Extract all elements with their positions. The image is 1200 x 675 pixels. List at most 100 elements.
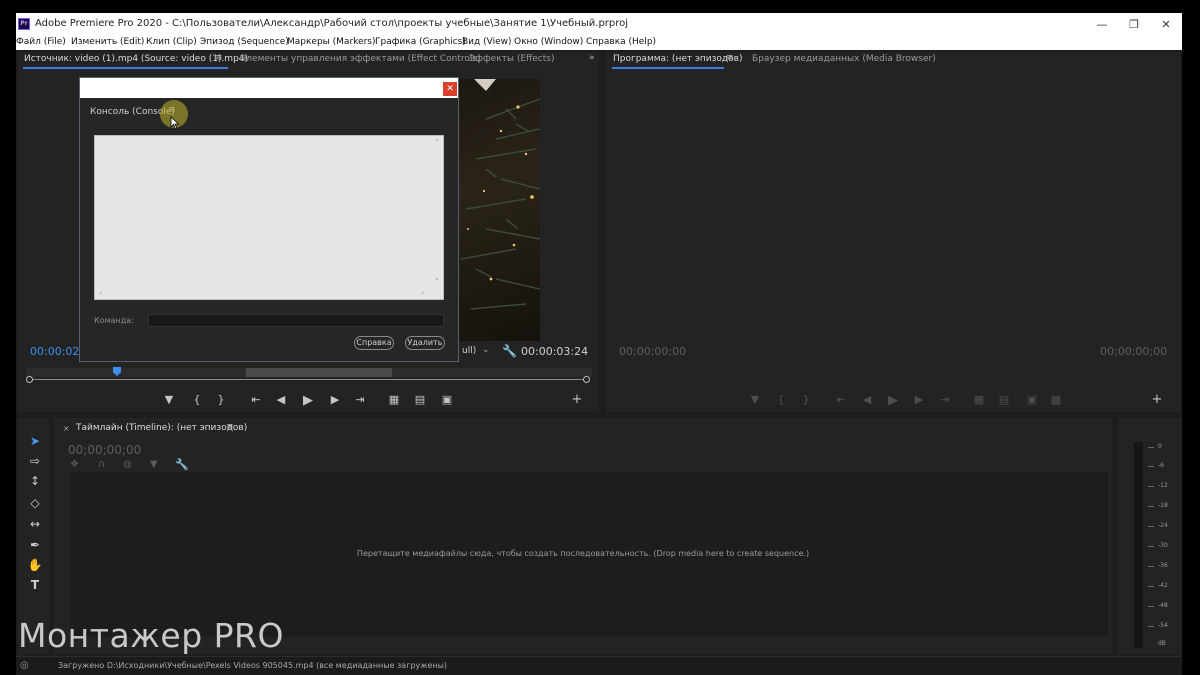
watermark-logo: Монтажер PRO bbox=[18, 616, 284, 655]
extract-icon[interactable]: ▤ bbox=[996, 393, 1012, 406]
wrench-icon[interactable]: 🔧 bbox=[502, 344, 517, 358]
tab-effect-controls[interactable]: Элементы управления эффектами (Effect Co… bbox=[240, 54, 481, 64]
scroll-down-icon[interactable]: ⌄ bbox=[434, 274, 440, 282]
panel-menu-icon[interactable]: ≡ bbox=[726, 53, 734, 63]
delete-button[interactable]: Удалить bbox=[405, 336, 445, 350]
minimize-icon[interactable]: — bbox=[1086, 13, 1118, 36]
premiere-window: Pr Adobe Premiere Pro 2020 - C:\Пользова… bbox=[16, 13, 1182, 675]
play-icon[interactable]: ▶ bbox=[885, 393, 901, 408]
step-forward-icon[interactable]: ▶ bbox=[327, 393, 343, 406]
program-current-timecode[interactable]: 00;00;00;00 bbox=[619, 345, 686, 358]
export-frame-icon[interactable]: ▣ bbox=[439, 393, 455, 406]
menu-window[interactable]: Окно (Window) bbox=[514, 37, 583, 47]
nest-icon[interactable]: ❖ bbox=[70, 459, 79, 470]
mark-in-icon[interactable]: { bbox=[773, 393, 789, 406]
meter-tick-mark bbox=[1148, 486, 1154, 487]
timeline-settings-wrench-icon[interactable]: 🔧 bbox=[175, 458, 189, 471]
go-to-in-icon[interactable]: ⇤ bbox=[248, 393, 264, 406]
command-input[interactable] bbox=[148, 314, 444, 327]
dialog-header[interactable] bbox=[80, 78, 458, 98]
go-to-out-icon[interactable]: ⇥ bbox=[352, 393, 368, 406]
selection-tool-icon[interactable]: ➤ bbox=[26, 432, 44, 450]
pen-tool-icon[interactable]: ✒ bbox=[26, 536, 44, 554]
status-text: Загружено D:\Исходники\Учебные\Pexels Vi… bbox=[58, 661, 448, 670]
overwrite-icon[interactable]: ▤ bbox=[412, 393, 428, 406]
tab-media-browser[interactable]: Браузер медиаданных (Media Browser) bbox=[752, 54, 936, 64]
scroll-left-icon[interactable]: ‹ bbox=[99, 288, 102, 297]
add-marker-icon[interactable]: ▼ bbox=[161, 393, 177, 406]
linked-selection-icon[interactable]: ◍ bbox=[123, 459, 132, 470]
export-frame-icon[interactable]: ▣ bbox=[1024, 393, 1040, 406]
audio-meter-panel: 0 -6 -12 -18 -24 -30 -36 -42 -48 -54 dB bbox=[1118, 418, 1182, 655]
add-marker-icon[interactable]: ▼ bbox=[150, 459, 158, 470]
mouse-pointer-icon bbox=[170, 116, 180, 130]
panel-menu-icon[interactable]: ≡ bbox=[226, 422, 234, 432]
source-scroll-track[interactable] bbox=[28, 379, 588, 380]
status-bar: ◎ Загружено D:\Исходники\Учебные\Pexels … bbox=[16, 656, 1182, 675]
console-output[interactable]: ⌃ ⌄ ‹ › bbox=[94, 135, 444, 300]
mark-out-icon[interactable]: } bbox=[213, 393, 229, 406]
type-tool-icon[interactable]: T bbox=[26, 576, 44, 594]
program-monitor-panel: Программа: (нет эпизодов) ≡ Браузер меди… bbox=[606, 52, 1181, 412]
track-select-tool-icon[interactable]: ⇨ bbox=[26, 452, 44, 470]
drop-media-hint: Перетащите медиафайлы сюда, чтобы создат… bbox=[356, 549, 810, 558]
close-window-icon[interactable]: ✕ bbox=[1150, 13, 1182, 36]
menu-help[interactable]: Справка (Help) bbox=[586, 37, 656, 47]
premiere-app-icon: Pr bbox=[18, 18, 30, 30]
scroll-handle-left[interactable] bbox=[26, 376, 33, 383]
lift-icon[interactable]: ▦ bbox=[971, 393, 987, 406]
go-to-in-icon[interactable]: ⇤ bbox=[833, 393, 849, 406]
menu-file[interactable]: Файл (File) bbox=[16, 37, 66, 47]
go-to-out-icon[interactable]: ⇥ bbox=[937, 393, 953, 406]
razor-tool-icon[interactable]: ◇ bbox=[26, 494, 44, 512]
chevron-down-icon[interactable]: ⌄ bbox=[482, 345, 490, 355]
christmas-tree-image bbox=[460, 79, 540, 310]
snap-icon[interactable]: ∩ bbox=[98, 459, 105, 470]
insert-icon[interactable]: ▦ bbox=[386, 393, 402, 406]
menu-edit[interactable]: Изменить (Edit) bbox=[71, 37, 144, 47]
hand-tool-icon[interactable]: ✋ bbox=[26, 556, 44, 574]
panel-menu-icon[interactable]: ≡ bbox=[215, 53, 223, 63]
meter-label: -30 bbox=[1158, 542, 1168, 549]
menu-clip[interactable]: Клип (Clip) bbox=[146, 37, 197, 47]
more-tabs-icon[interactable]: » bbox=[589, 53, 595, 63]
mark-in-icon[interactable]: { bbox=[189, 393, 205, 406]
menu-view[interactable]: Вид (View) bbox=[462, 37, 512, 47]
step-forward-icon[interactable]: ▶ bbox=[911, 393, 927, 406]
play-icon[interactable]: ▶ bbox=[300, 393, 316, 408]
slip-tool-icon[interactable]: ↔ bbox=[26, 515, 44, 533]
meter-tick-mark bbox=[1148, 546, 1154, 547]
menu-bar: Файл (File) Изменить (Edit) Клип (Clip) … bbox=[16, 36, 1182, 50]
compare-view-icon[interactable]: ▩ bbox=[1048, 393, 1064, 406]
menu-graphics[interactable]: Графика (Graphics) bbox=[375, 37, 466, 47]
source-video-frame bbox=[456, 79, 540, 341]
tab-timeline[interactable]: Таймлайн (Timeline): (нет эпизодов) bbox=[76, 423, 247, 433]
meter-label: 0 bbox=[1158, 443, 1162, 450]
menu-sequence[interactable]: Эпизод (Sequence) bbox=[200, 37, 289, 47]
ripple-edit-tool-icon[interactable]: ↕ bbox=[26, 472, 44, 490]
meter-tick-mark bbox=[1148, 586, 1154, 587]
add-marker-icon[interactable]: ▼ bbox=[747, 393, 763, 406]
help-button[interactable]: Справка bbox=[354, 336, 394, 350]
mark-out-icon[interactable]: } bbox=[798, 393, 814, 406]
meter-label: -48 bbox=[1158, 602, 1168, 609]
menu-markers[interactable]: Маркеры (Markers) bbox=[287, 37, 375, 47]
scroll-handle-right[interactable] bbox=[583, 376, 590, 383]
status-eye-icon: ◎ bbox=[20, 660, 29, 671]
close-tab-icon[interactable]: × bbox=[63, 424, 70, 433]
scroll-up-icon[interactable]: ⌃ bbox=[434, 138, 440, 146]
add-button-icon[interactable]: + bbox=[569, 392, 585, 407]
meter-label: -42 bbox=[1158, 582, 1168, 589]
audio-meter-bar bbox=[1134, 442, 1143, 648]
step-back-icon[interactable]: ◀ bbox=[273, 393, 289, 406]
add-button-icon[interactable]: + bbox=[1149, 392, 1165, 407]
restore-icon[interactable]: ❐ bbox=[1118, 13, 1150, 36]
tab-effects[interactable]: Эффекты (Effects) bbox=[469, 54, 554, 64]
step-back-icon[interactable]: ◀ bbox=[859, 393, 875, 406]
timeline-timecode[interactable]: 00;00;00;00 bbox=[68, 443, 141, 457]
tab-program[interactable]: Программа: (нет эпизодов) bbox=[613, 54, 742, 64]
scroll-right-icon[interactable]: › bbox=[421, 288, 424, 297]
source-fit-dropdown[interactable]: ull) bbox=[462, 346, 476, 356]
dialog-close-icon[interactable]: ✕ bbox=[443, 82, 457, 96]
meter-label: -6 bbox=[1158, 462, 1164, 469]
